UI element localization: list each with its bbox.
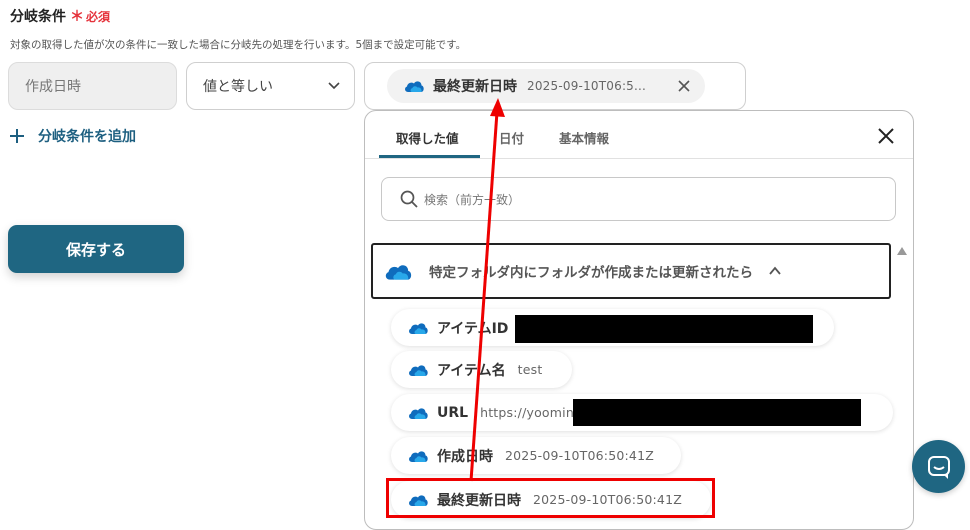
add-condition-label: 分岐条件を追加 (38, 129, 136, 145)
item-name: アイテム名 (437, 362, 506, 379)
search-placeholder: 検索（前方一致） (424, 192, 521, 207)
save-button[interactable]: 保存する (8, 225, 184, 273)
scroll-up-arrow-icon[interactable] (897, 247, 907, 255)
active-tab-indicator (379, 155, 480, 158)
tab-basic-info[interactable]: 基本情報 (559, 128, 609, 147)
onedrive-cloud-icon (409, 494, 428, 506)
search-icon (400, 190, 418, 208)
condition-left-value: 作成日時 (25, 79, 81, 95)
tab-acquired-values[interactable]: 取得した値 (396, 128, 459, 147)
section-description: 対象の取得した値が次の条件に一致した場合に分岐先の処理を行います。5個まで設定可… (10, 39, 467, 51)
list-item-item-name[interactable]: アイテム名 test (391, 351, 572, 388)
item-value: test (517, 362, 543, 377)
condition-value-field[interactable]: 最終更新日時 2025-09-10T06:5... (364, 62, 746, 110)
close-icon[interactable] (877, 127, 895, 145)
add-condition-button[interactable]: 分岐条件を追加 (10, 126, 136, 146)
operator-value: 値と等しい (203, 79, 273, 95)
redaction-bar (515, 315, 813, 343)
group-label: 特定フォルダ内にフォルダが作成または更新されたら (429, 265, 753, 281)
item-value: 2025-09-10T06:50:41Z (505, 448, 654, 463)
chevron-up-icon (769, 266, 781, 275)
trigger-group-header[interactable]: 特定フォルダ内にフォルダが作成または更新されたら (371, 243, 891, 299)
redaction-bar (573, 399, 861, 426)
onedrive-cloud-icon (409, 364, 428, 376)
section-title: 分岐条件＊必須 (10, 6, 110, 26)
item-name: 最終更新日時 (437, 492, 521, 509)
required-label: 必須 (86, 10, 111, 24)
close-icon[interactable] (677, 79, 691, 93)
item-name: 作成日時 (437, 448, 493, 465)
chip-value: 2025-09-10T06:5... (527, 79, 647, 93)
value-picker-panel: 取得した値 日付 基本情報 検索（前方一致） 特定フォルダ内にフォルダが作成また… (364, 110, 914, 530)
condition-left-field[interactable]: 作成日時 (8, 62, 177, 110)
section-title-text: 分岐条件 (10, 9, 66, 25)
chevron-down-icon (328, 82, 340, 90)
list-item-created-at[interactable]: 作成日時 2025-09-10T06:50:41Z (391, 437, 681, 474)
onedrive-cloud-icon (385, 264, 412, 280)
required-mark: ＊ (70, 9, 84, 25)
chat-support-button[interactable] (912, 440, 965, 493)
list-item-last-modified[interactable]: 最終更新日時 2025-09-10T06:50:41Z (391, 481, 711, 518)
onedrive-cloud-icon (409, 450, 428, 462)
tab-date[interactable]: 日付 (499, 128, 524, 147)
item-value: https://yoominc (480, 405, 582, 420)
operator-select[interactable]: 値と等しい (186, 62, 355, 110)
selected-value-chip[interactable]: 最終更新日時 2025-09-10T06:5... (387, 69, 705, 103)
onedrive-cloud-icon (409, 322, 428, 334)
panel-tabs: 取得した値 日付 基本情報 (365, 111, 913, 159)
item-name: URL (437, 404, 469, 421)
item-value: 2025-09-10T06:50:41Z (533, 492, 682, 507)
item-name: アイテムID (437, 320, 509, 337)
onedrive-cloud-icon (409, 407, 428, 419)
onedrive-cloud-icon (405, 81, 424, 92)
chat-icon (927, 455, 950, 479)
plus-icon (10, 129, 24, 143)
chip-name: 最終更新日時 (433, 79, 517, 95)
search-input[interactable]: 検索（前方一致） (381, 177, 896, 221)
